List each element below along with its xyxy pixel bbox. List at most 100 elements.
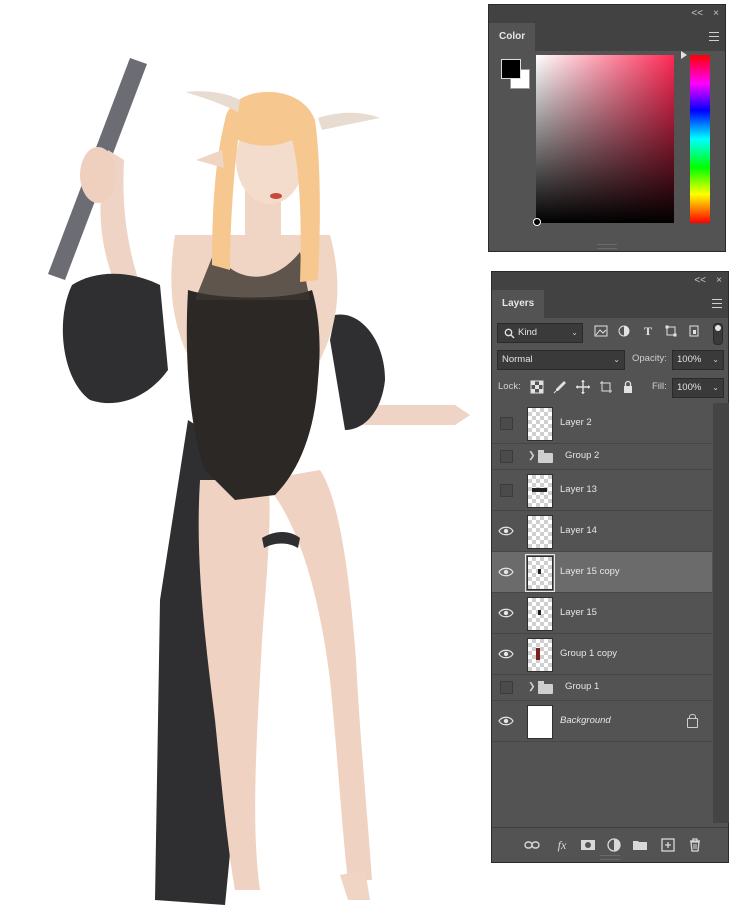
adjustment-icon[interactable] [606, 837, 622, 853]
resize-grip[interactable] [597, 244, 617, 249]
chevron-right-icon[interactable]: ❯ [528, 681, 536, 692]
new-layer-icon[interactable] [660, 837, 676, 853]
layers-scrollbar[interactable] [713, 403, 729, 823]
opacity-field[interactable]: 100% ⌄ [672, 350, 724, 370]
image-filter-icon[interactable] [594, 324, 608, 338]
tab-layers[interactable]: Layers [492, 290, 545, 318]
lock-all-icon[interactable] [621, 380, 635, 394]
color-picker-cursor[interactable] [533, 218, 541, 226]
resize-grip[interactable] [600, 855, 620, 860]
layer-thumbnail [527, 705, 553, 739]
folder-icon[interactable] [632, 837, 648, 853]
eye-icon[interactable] [498, 649, 514, 659]
hue-slider[interactable] [681, 51, 710, 223]
fill-label: Fill: [652, 381, 667, 392]
layers-panel-tabs: Layers [492, 290, 728, 318]
visibility-toggle[interactable] [500, 681, 513, 694]
layer-row[interactable]: Layer 14 [492, 511, 712, 552]
layer-row[interactable]: Group 1 copy [492, 634, 712, 675]
lock-image-pixels-icon[interactable] [553, 380, 567, 394]
shape-filter-icon[interactable] [664, 324, 678, 338]
chevron-down-icon: ⌄ [712, 355, 719, 364]
layer-thumbnail [527, 597, 553, 631]
layer-row[interactable]: Layer 15 [492, 593, 712, 634]
chevron-right-icon[interactable]: ❯ [528, 450, 536, 461]
layer-thumbnail [527, 515, 553, 549]
fx-icon[interactable]: fx [554, 837, 570, 853]
layers-panel: << × Layers Kind ⌄ T Normal ⌄ Opacity: 1… [491, 271, 729, 863]
fill-field[interactable]: 100% ⌄ [672, 378, 724, 398]
collapse-panel-button[interactable]: << [694, 274, 706, 288]
color-panel: << × Color [488, 4, 726, 252]
layer-thumbnail [527, 407, 553, 441]
layer-row[interactable]: Layer 13 [492, 470, 712, 511]
mask-icon[interactable] [580, 837, 596, 853]
filter-toggle-switch[interactable] [713, 323, 723, 345]
layer-name: Background [560, 715, 611, 726]
chevron-down-icon: ⌄ [613, 355, 620, 364]
collapse-panel-button[interactable]: << [691, 7, 703, 21]
folder-icon [538, 681, 553, 694]
lock-label: Lock: [498, 381, 521, 392]
panel-menu-icon[interactable] [709, 32, 719, 41]
layers-list: Layer 2 ❯ Group 2 Layer 13 Layer 14 Laye… [492, 403, 712, 823]
hue-slider-handle[interactable] [681, 51, 687, 59]
blend-row: Normal ⌄ Opacity: 100% ⌄ [492, 350, 728, 372]
smart-object-filter-icon[interactable] [687, 324, 701, 338]
layer-name: Group 2 [565, 450, 600, 461]
layer-thumbnail [527, 474, 553, 508]
eye-icon[interactable] [498, 608, 514, 618]
blend-mode-value: Normal [502, 354, 533, 365]
blend-mode-select[interactable]: Normal ⌄ [497, 350, 625, 370]
trash-icon[interactable] [687, 837, 703, 853]
type-filter-icon[interactable]: T [641, 324, 655, 338]
eye-icon[interactable] [498, 716, 514, 726]
close-panel-button[interactable]: × [713, 7, 719, 21]
lock-position-icon[interactable] [576, 380, 590, 394]
chevron-down-icon: ⌄ [571, 328, 578, 337]
layer-row[interactable]: Layer 2 [492, 403, 712, 444]
eye-icon[interactable] [498, 526, 514, 536]
visibility-toggle[interactable] [500, 484, 513, 497]
layer-row-selected[interactable]: Layer 15 copy [492, 552, 712, 593]
color-panel-tabs: Color [489, 23, 725, 51]
artwork-canvas[interactable] [0, 0, 480, 913]
color-panel-topbar[interactable]: << × [489, 5, 725, 23]
group-row[interactable]: ❯ Group 1 [492, 675, 712, 701]
panel-menu-icon[interactable] [712, 299, 722, 308]
lock-transparent-pixels-icon[interactable] [530, 380, 544, 394]
layer-name: Layer 13 [560, 484, 597, 495]
visibility-toggle[interactable] [500, 450, 513, 463]
adjustment-filter-icon[interactable] [617, 324, 631, 338]
folder-icon [538, 450, 553, 463]
lock-row: Lock: Fill: 100% ⌄ [492, 378, 728, 398]
chevron-down-icon: ⌄ [712, 383, 719, 392]
visibility-toggle[interactable] [500, 417, 513, 430]
search-icon [504, 328, 515, 339]
filter-kind-value: Kind [518, 327, 538, 338]
layer-name: Group 1 copy [560, 648, 618, 659]
layer-name: Layer 15 [560, 607, 597, 618]
layer-name: Layer 14 [560, 525, 597, 536]
layer-filter-row: Kind ⌄ T [492, 321, 728, 345]
layer-thumbnail [527, 638, 553, 672]
eye-icon[interactable] [498, 567, 514, 577]
opacity-value: 100% [677, 354, 702, 365]
layers-panel-topbar[interactable]: << × [492, 272, 728, 290]
lock-icon [687, 714, 698, 728]
layer-thumbnail [525, 554, 555, 592]
layer-name: Layer 15 copy [560, 566, 620, 577]
group-row[interactable]: ❯ Group 2 [492, 444, 712, 470]
background-layer-row[interactable]: Background [492, 701, 712, 742]
close-panel-button[interactable]: × [716, 274, 722, 288]
link-icon[interactable] [524, 837, 540, 853]
saturation-brightness-field[interactable] [533, 55, 674, 226]
filter-kind-select[interactable]: Kind ⌄ [497, 323, 583, 343]
fill-value: 100% [677, 382, 702, 393]
foreground-color-swatch[interactable] [501, 59, 521, 79]
lock-artboard-icon[interactable] [599, 380, 613, 394]
layer-name: Layer 2 [560, 417, 592, 428]
selection-frame [525, 554, 555, 592]
tab-color[interactable]: Color [489, 23, 536, 51]
layer-name: Group 1 [565, 681, 600, 692]
